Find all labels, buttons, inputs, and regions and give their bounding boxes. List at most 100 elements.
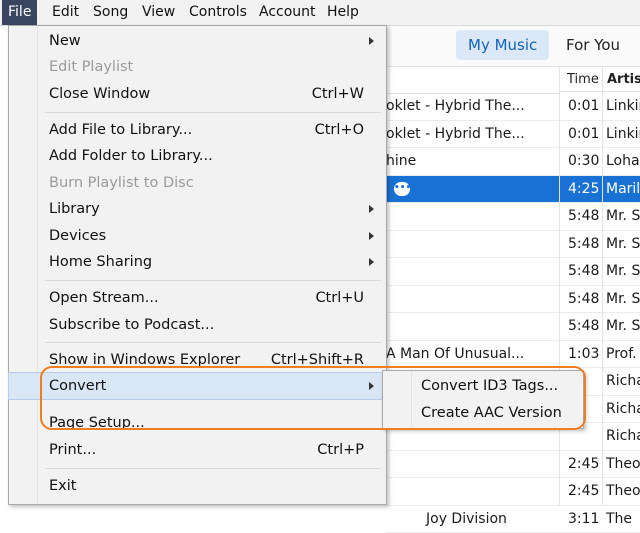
menu-bar: File Edit Song View Controls Account Hel… xyxy=(0,0,640,26)
song-time: 5:48 xyxy=(568,203,599,229)
menu-item-label: Library xyxy=(49,196,100,222)
menu-item-exit[interactable]: Exit xyxy=(9,473,386,499)
menu-account[interactable]: Account xyxy=(259,0,316,25)
submenu-arrow-icon xyxy=(369,382,374,390)
menu-item-print[interactable]: Print... Ctrl+P xyxy=(9,437,386,463)
table-row[interactable]: Joy Division 3:11 The xyxy=(386,506,640,533)
song-time: 5:48 xyxy=(568,313,599,339)
shortcut-label: Ctrl+U xyxy=(315,285,364,311)
song-artist: Theo xyxy=(606,478,640,504)
more-options-icon[interactable]: ••• xyxy=(394,182,410,196)
file-menu: New Edit Playlist Close Window Ctrl+W Ad… xyxy=(8,25,387,505)
menu-item-label: Open Stream... xyxy=(49,285,159,311)
tab-for-you[interactable]: For You xyxy=(554,30,632,60)
menu-item-label: Subscribe to Podcast... xyxy=(49,312,214,338)
submenu-arrow-icon xyxy=(369,37,374,45)
menu-item-label: Burn Playlist to Disc xyxy=(49,170,194,196)
column-header-title[interactable] xyxy=(386,66,560,94)
song-time: 1:03 xyxy=(568,341,599,367)
song-title: oklet - Hybrid The... xyxy=(386,121,525,147)
menu-item-page-setup[interactable]: Page Setup... xyxy=(9,410,386,436)
menu-item-add-folder[interactable]: Add Folder to Library... xyxy=(9,143,386,169)
song-artist: Mr. S xyxy=(606,313,640,339)
song-artist: Mr. S xyxy=(606,286,640,312)
menu-song[interactable]: Song xyxy=(93,0,128,25)
song-title: oklet - Hybrid The... xyxy=(386,93,525,119)
song-artist: Lohan xyxy=(606,148,640,174)
submenu-arrow-icon xyxy=(369,232,374,240)
column-header-time[interactable]: Time xyxy=(560,66,602,92)
menu-item-label: Add File to Library... xyxy=(49,117,192,143)
menu-item-label: Close Window xyxy=(49,81,150,107)
menu-item-label: Devices xyxy=(49,223,106,249)
menu-item-label: Create AAC Version xyxy=(421,400,562,426)
menu-separator xyxy=(45,280,381,281)
shortcut-label: Ctrl+Shift+R xyxy=(271,347,364,373)
song-time: 5:48 xyxy=(568,231,599,257)
song-artist: Linkin xyxy=(606,93,640,119)
menu-item-subscribe-podcast[interactable]: Subscribe to Podcast... xyxy=(9,312,386,338)
menu-item-convert[interactable]: Convert xyxy=(8,372,387,400)
menu-item-label: Home Sharing xyxy=(49,249,152,275)
menu-item-add-file[interactable]: Add File to Library... Ctrl+O xyxy=(9,117,386,143)
menu-item-label: Add Folder to Library... xyxy=(49,143,213,169)
song-time: 2:45 xyxy=(568,478,599,504)
menu-item-label: Convert ID3 Tags... xyxy=(421,373,558,399)
song-artist: Richa xyxy=(606,368,640,394)
menu-item-create-aac[interactable]: Create AAC Version xyxy=(383,400,583,426)
song-time: 0:01 xyxy=(568,93,599,119)
song-artist: Richa xyxy=(606,423,640,449)
menu-item-label: Convert xyxy=(49,373,106,399)
menu-item-convert-id3[interactable]: Convert ID3 Tags... xyxy=(383,373,583,399)
menu-item-library[interactable]: Library xyxy=(9,196,386,222)
song-title: Joy Division xyxy=(426,506,507,532)
song-artist: Mr. S xyxy=(606,231,640,257)
song-time: 3:11 xyxy=(568,506,599,532)
column-divider xyxy=(602,66,603,505)
shortcut-label: Ctrl+P xyxy=(317,437,364,463)
menu-item-new[interactable]: New xyxy=(9,28,386,54)
song-artist: Theo xyxy=(606,451,640,477)
song-time: 5:48 xyxy=(568,286,599,312)
menu-edit[interactable]: Edit xyxy=(52,0,79,25)
menu-item-label: Edit Playlist xyxy=(49,54,133,80)
song-time: 0:30 xyxy=(568,148,599,174)
menu-item-close-window[interactable]: Close Window Ctrl+W xyxy=(9,81,386,107)
column-header-artist[interactable]: Artist xyxy=(603,66,640,92)
menu-item-label: New xyxy=(49,28,81,54)
convert-submenu: Convert ID3 Tags... Create AAC Version xyxy=(382,370,584,429)
submenu-arrow-icon xyxy=(369,258,374,266)
song-title: hine xyxy=(386,148,416,174)
song-artist: The xyxy=(606,506,632,532)
song-artist: Linkin xyxy=(606,121,640,147)
menu-help[interactable]: Help xyxy=(327,0,359,25)
song-time: 5:48 xyxy=(568,258,599,284)
song-time: 0:01 xyxy=(568,121,599,147)
menu-item-label: Exit xyxy=(49,473,76,499)
menu-item-burn-playlist: Burn Playlist to Disc xyxy=(9,170,386,196)
menu-controls[interactable]: Controls xyxy=(189,0,247,25)
submenu-arrow-icon xyxy=(369,205,374,213)
menu-item-label: Show in Windows Explorer xyxy=(49,347,240,373)
menu-item-label: Page Setup... xyxy=(49,410,145,436)
menu-separator xyxy=(45,112,381,113)
menu-item-edit-playlist: Edit Playlist xyxy=(9,54,386,80)
menu-separator xyxy=(45,342,381,343)
shortcut-label: Ctrl+O xyxy=(315,117,364,143)
song-title: A Man Of Unusual... xyxy=(386,341,524,367)
menu-item-show-explorer[interactable]: Show in Windows Explorer Ctrl+Shift+R xyxy=(9,347,386,373)
song-time: 4:25 xyxy=(568,176,599,202)
menu-item-open-stream[interactable]: Open Stream... Ctrl+U xyxy=(9,285,386,311)
menu-item-home-sharing[interactable]: Home Sharing xyxy=(9,249,386,275)
tab-my-music[interactable]: My Music xyxy=(456,30,549,60)
song-artist: Prof. xyxy=(606,341,637,367)
menu-item-devices[interactable]: Devices xyxy=(9,223,386,249)
menu-view[interactable]: View xyxy=(142,0,175,25)
song-time: 2:45 xyxy=(568,451,599,477)
song-artist: Marily xyxy=(606,176,640,202)
column-divider xyxy=(559,66,560,505)
menu-file[interactable]: File xyxy=(2,0,37,25)
shortcut-label: Ctrl+W xyxy=(312,81,364,107)
song-artist: Richa xyxy=(606,396,640,422)
menu-separator xyxy=(45,468,381,469)
